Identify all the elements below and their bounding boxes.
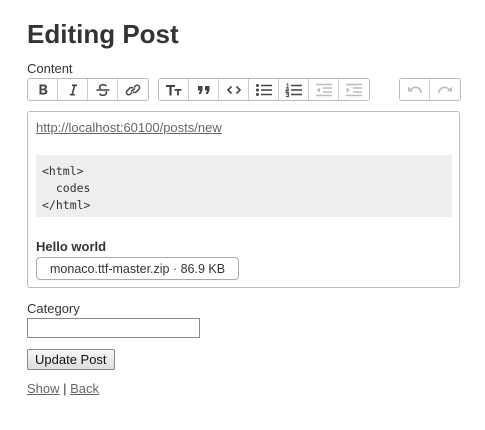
category-input[interactable] (27, 318, 200, 338)
undo-icon (407, 86, 422, 93)
link-icon (125, 84, 141, 95)
toolbar-text-group (27, 78, 149, 101)
bold-icon (39, 84, 47, 94)
code-line: </html> (42, 198, 91, 212)
strikethrough-button[interactable] (88, 79, 118, 100)
toolbar-block-group (158, 78, 370, 101)
category-label: Category (27, 301, 80, 316)
italic-icon (69, 84, 77, 95)
redo-icon (437, 86, 452, 93)
update-post-button[interactable]: Update Post (27, 349, 115, 370)
outdent-icon (315, 83, 332, 96)
show-link[interactable]: Show (27, 381, 60, 396)
file-attachment[interactable]: monaco.ttf-master.zip · 86.9 KB (36, 257, 240, 280)
code-line: codes (42, 181, 91, 195)
link-separator: | (59, 381, 71, 396)
quote-button[interactable] (189, 79, 219, 100)
editor-url-link[interactable]: http://localhost:60100/posts/new (36, 120, 222, 136)
numbered-list-button[interactable] (279, 79, 309, 100)
indent-button[interactable] (339, 79, 369, 100)
code-button[interactable] (219, 79, 249, 100)
italic-button[interactable] (58, 79, 88, 100)
strikethrough-icon (96, 83, 109, 96)
code-block: <html> codes </html> (36, 155, 452, 217)
undo-button[interactable] (400, 79, 430, 100)
heading-button[interactable] (159, 79, 189, 100)
redo-button[interactable] (430, 79, 460, 100)
bold-button[interactable] (28, 79, 58, 100)
heading-icon (165, 84, 181, 95)
indent-icon (346, 83, 362, 96)
code-line: <html> (42, 164, 84, 178)
page-title: Editing Post (27, 19, 179, 49)
footer-links: Show | Back (27, 381, 99, 397)
numbered-list-icon (285, 83, 302, 97)
toolbar-history-group (399, 78, 461, 101)
link-button[interactable] (118, 79, 148, 100)
outdent-button[interactable] (309, 79, 339, 100)
attachment-filename: monaco.ttf-master.zip (50, 261, 170, 276)
code-icon (226, 85, 241, 94)
bold-text: Hello world (36, 239, 107, 254)
content-editor[interactable]: http://localhost:60100/posts/new <html> … (27, 111, 460, 288)
attachment-separator: · (169, 261, 181, 276)
bullet-list-icon (255, 83, 272, 96)
content-label: Content (27, 61, 73, 76)
back-link[interactable]: Back (70, 381, 99, 396)
bullet-list-button[interactable] (249, 79, 279, 100)
quote-icon (197, 85, 209, 94)
attachment-size: 86.9 KB (180, 261, 226, 276)
